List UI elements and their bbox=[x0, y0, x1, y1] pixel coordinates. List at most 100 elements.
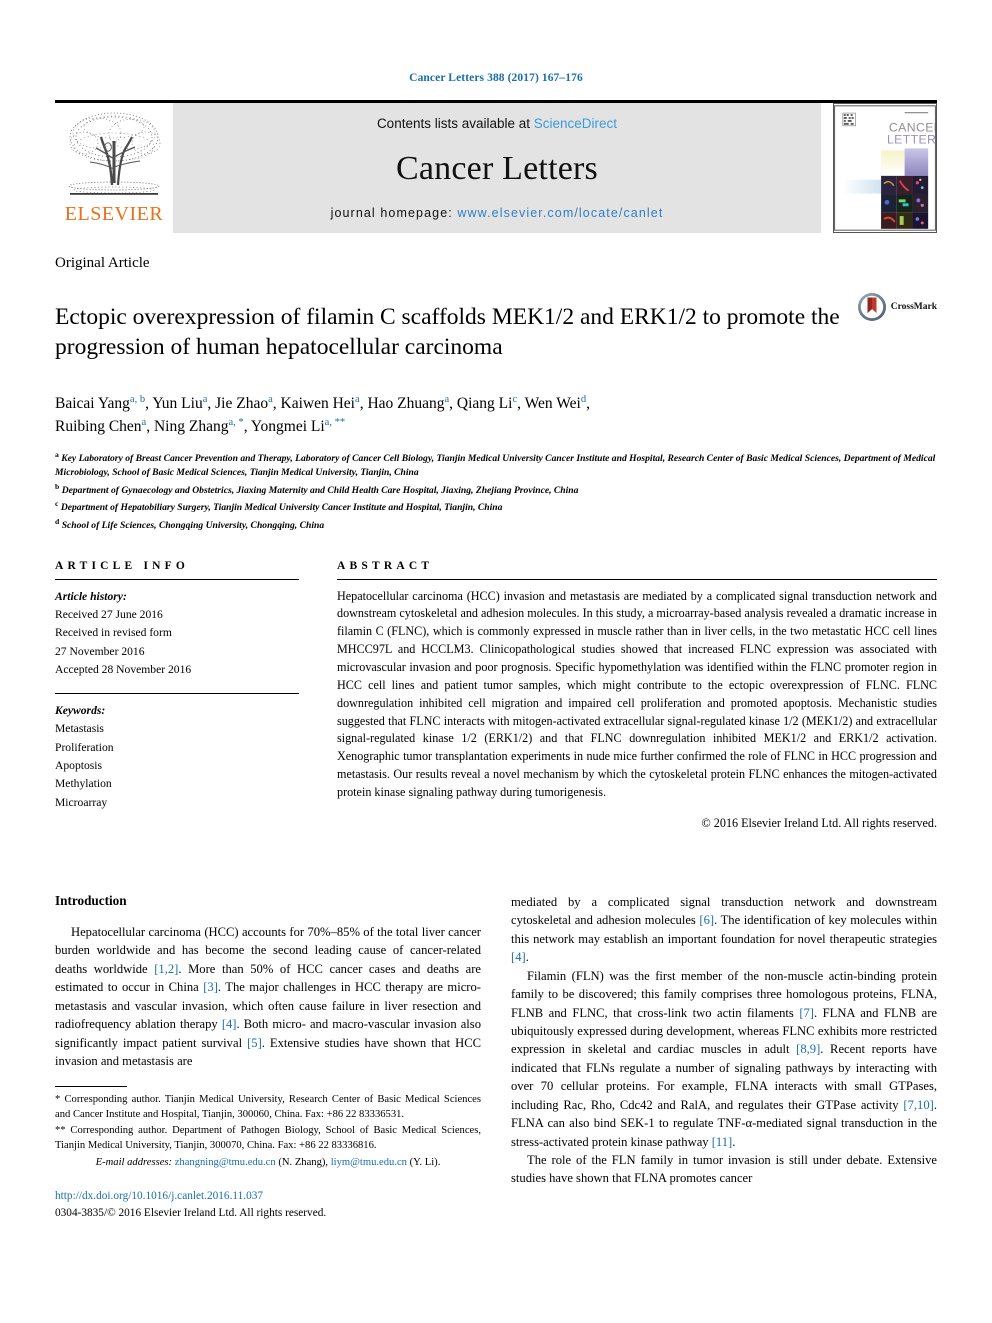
article-info-heading: ARTICLE INFO bbox=[55, 559, 190, 572]
article-type: Original Article bbox=[55, 255, 150, 271]
history-item: Accepted 28 November 2016 bbox=[55, 662, 192, 676]
running-head: Cancer Letters 388 (2017) 167–176 bbox=[409, 72, 583, 84]
email-addresses-note: E-mail addresses: zhangning@tmu.edu.cn (… bbox=[55, 1155, 481, 1170]
abstract-heading: ABSTRACT bbox=[337, 559, 434, 572]
keyword-item: Apoptosis bbox=[55, 759, 103, 773]
journal-masthead: ELSEVIER Contents lists available at Sci… bbox=[55, 103, 937, 233]
affiliation-item: d School of Life Sciences, Chongqing Uni… bbox=[55, 516, 937, 534]
author-affil-marker: a bbox=[355, 393, 360, 405]
author-name: Wen Wei bbox=[524, 394, 581, 412]
abstract-column: ABSTRACT Hepatocellular carcinoma (HCC) … bbox=[337, 560, 937, 831]
keyword-item: Methylation bbox=[55, 777, 112, 791]
affiliation-text: Key Laboratory of Breast Cancer Preventi… bbox=[55, 453, 936, 479]
citation-ref[interactable]: [5] bbox=[247, 1036, 262, 1050]
affiliation-marker: d bbox=[55, 517, 60, 526]
email-owner-1: (N. Zhang), bbox=[278, 1156, 329, 1168]
svg-text:LETTERS: LETTERS bbox=[887, 132, 936, 146]
author-name: Hao Zhuang bbox=[367, 394, 445, 412]
author-affil-marker: a bbox=[444, 393, 450, 405]
contents-prefix: Contents lists available at bbox=[376, 116, 534, 131]
author-affil-marker: a bbox=[202, 393, 208, 405]
affiliation-marker: c bbox=[55, 499, 59, 509]
issn-copyright-line: 0304-3835/© 2016 Elsevier Ireland Ltd. A… bbox=[55, 1207, 327, 1220]
journal-homepage-line: journal homepage: www.elsevier.com/locat… bbox=[331, 206, 664, 220]
article-info-rule bbox=[55, 578, 299, 580]
email-link-1[interactable]: zhangning@tmu.edu.cn bbox=[175, 1157, 276, 1168]
author-affil-marker: a bbox=[141, 417, 147, 429]
author-affil-marker: a, b bbox=[129, 393, 146, 405]
article-info-column: ARTICLE INFO Article history: Received 2… bbox=[55, 560, 299, 831]
author-affil-marker: a bbox=[268, 393, 273, 405]
affiliation-item: b Department of Gynaecology and Obstetri… bbox=[55, 481, 937, 499]
abstract-copyright: © 2016 Elsevier Ireland Ltd. All rights … bbox=[701, 815, 937, 830]
email-owner-2: (Y. Li). bbox=[409, 1156, 441, 1168]
affiliation-text: School of Life Sciences, Chongqing Unive… bbox=[61, 520, 325, 532]
author-affil-marker: d bbox=[580, 393, 587, 405]
affiliation-marker: a bbox=[55, 449, 59, 459]
contents-available-line: Contents lists available at ScienceDirec… bbox=[377, 116, 617, 131]
homepage-prefix: journal homepage: bbox=[330, 206, 458, 220]
corresponding-author-note-1: * Corresponding author. Tianjin Medical … bbox=[55, 1094, 481, 1121]
affiliation-text: Department of Hepatobiliary Surgery, Tia… bbox=[60, 502, 503, 514]
citation-ref[interactable]: [4] bbox=[511, 950, 526, 964]
paragraph: Filamin (FLN) was the first member of th… bbox=[511, 968, 937, 1149]
intro-left-text: Hepatocellular carcinoma (HCC) accounts … bbox=[55, 923, 481, 1071]
affiliation-text: Department of Gynaecology and Obstetrics… bbox=[61, 485, 579, 497]
author-affil-marker: a, * bbox=[228, 417, 244, 429]
abstract-text: Hepatocellular carcinoma (HCC) invasion … bbox=[337, 588, 937, 800]
author-name: Kaiwen Hei bbox=[280, 394, 355, 412]
paragraph: mediated by a complicated signal transdu… bbox=[511, 894, 938, 965]
article-history-label: Article history: bbox=[55, 589, 127, 603]
article-content: Original Article Ectopic overexpression … bbox=[55, 255, 937, 1188]
elsevier-logo: ELSEVIER bbox=[55, 103, 173, 233]
author-name: Ruibing Chen bbox=[55, 418, 142, 436]
author-line-2: Ruibing Chena, Ning Zhanga, *, Yongmei L… bbox=[55, 417, 346, 436]
doi-link[interactable]: http://dx.doi.org/10.1016/j.canlet.2016.… bbox=[55, 1188, 481, 1205]
citation-ref[interactable]: [1,2] bbox=[154, 962, 178, 976]
keywords-label: Keywords: bbox=[55, 704, 106, 718]
journal-cover-thumbnail: CANCER LETTERS bbox=[833, 103, 937, 233]
citation-ref[interactable]: [6] bbox=[699, 913, 714, 927]
author-name: Jie Zhao bbox=[215, 394, 269, 412]
keyword-item: Microarray bbox=[55, 795, 108, 809]
intro-right-column: mediated by a complicated signal transdu… bbox=[511, 893, 937, 1188]
keywords-rule bbox=[55, 693, 299, 695]
citation-ref[interactable]: [4] bbox=[222, 1017, 237, 1031]
crossmark-badge[interactable]: CrossMark bbox=[857, 292, 937, 322]
citation-ref[interactable]: [11] bbox=[712, 1135, 733, 1149]
sciencedirect-link[interactable]: ScienceDirect bbox=[534, 116, 617, 131]
author-affil-marker: c bbox=[512, 393, 518, 405]
email-label: E-mail addresses: bbox=[95, 1156, 173, 1168]
homepage-url-link[interactable]: www.elsevier.com/locate/canlet bbox=[457, 206, 663, 220]
author-affil-marker: a, ** bbox=[324, 417, 346, 429]
author-name: Qiang Li bbox=[456, 394, 513, 412]
paragraph: The role of the FLN family in tumor inva… bbox=[511, 1153, 937, 1186]
author-name: Baicai Yang bbox=[55, 394, 130, 412]
citation-ref[interactable]: [8,9] bbox=[796, 1042, 820, 1056]
footnote-rule bbox=[55, 1086, 127, 1087]
keyword-item: Proliferation bbox=[55, 740, 114, 754]
citation-ref[interactable]: [7] bbox=[799, 1006, 814, 1020]
affiliation-marker: b bbox=[55, 481, 60, 491]
author-name: Yongmei Li bbox=[250, 418, 325, 436]
affiliation-item: a Key Laboratory of Breast Cancer Preven… bbox=[55, 449, 937, 481]
corresponding-author-note-2: ** Corresponding author. Department of P… bbox=[55, 1124, 481, 1152]
masthead-center: Contents lists available at ScienceDirec… bbox=[173, 103, 821, 233]
keywords-block: Keywords: Metastasis Proliferation Apopt… bbox=[55, 702, 299, 812]
elsevier-wordmark: ELSEVIER bbox=[64, 203, 164, 225]
title-row: Ectopic overexpression of filamin C scaf… bbox=[55, 286, 937, 378]
citation-ref[interactable]: [3] bbox=[203, 980, 218, 994]
affiliation-list: a Key Laboratory of Breast Cancer Preven… bbox=[55, 449, 937, 534]
author-list: Baicai Yanga, b, Yun Liua, Jie Zhaoa, Ka… bbox=[55, 392, 937, 439]
citation-ref[interactable]: [7,10] bbox=[903, 1098, 933, 1112]
introduction-heading: Introduction bbox=[55, 892, 127, 908]
elsevier-tree-icon bbox=[62, 107, 166, 203]
affiliation-item: c Department of Hepatobiliary Surgery, T… bbox=[55, 498, 937, 516]
history-item: 27 November 2016 bbox=[55, 644, 145, 658]
journal-title: Cancer Letters bbox=[396, 149, 598, 187]
history-item: Received in revised form bbox=[55, 626, 172, 640]
email-link-2[interactable]: liym@tmu.edu.cn bbox=[331, 1157, 407, 1168]
doi-block: http://dx.doi.org/10.1016/j.canlet.2016.… bbox=[55, 1188, 481, 1222]
crossmark-icon bbox=[857, 293, 886, 321]
author-name: Ning Zhang bbox=[153, 418, 229, 436]
